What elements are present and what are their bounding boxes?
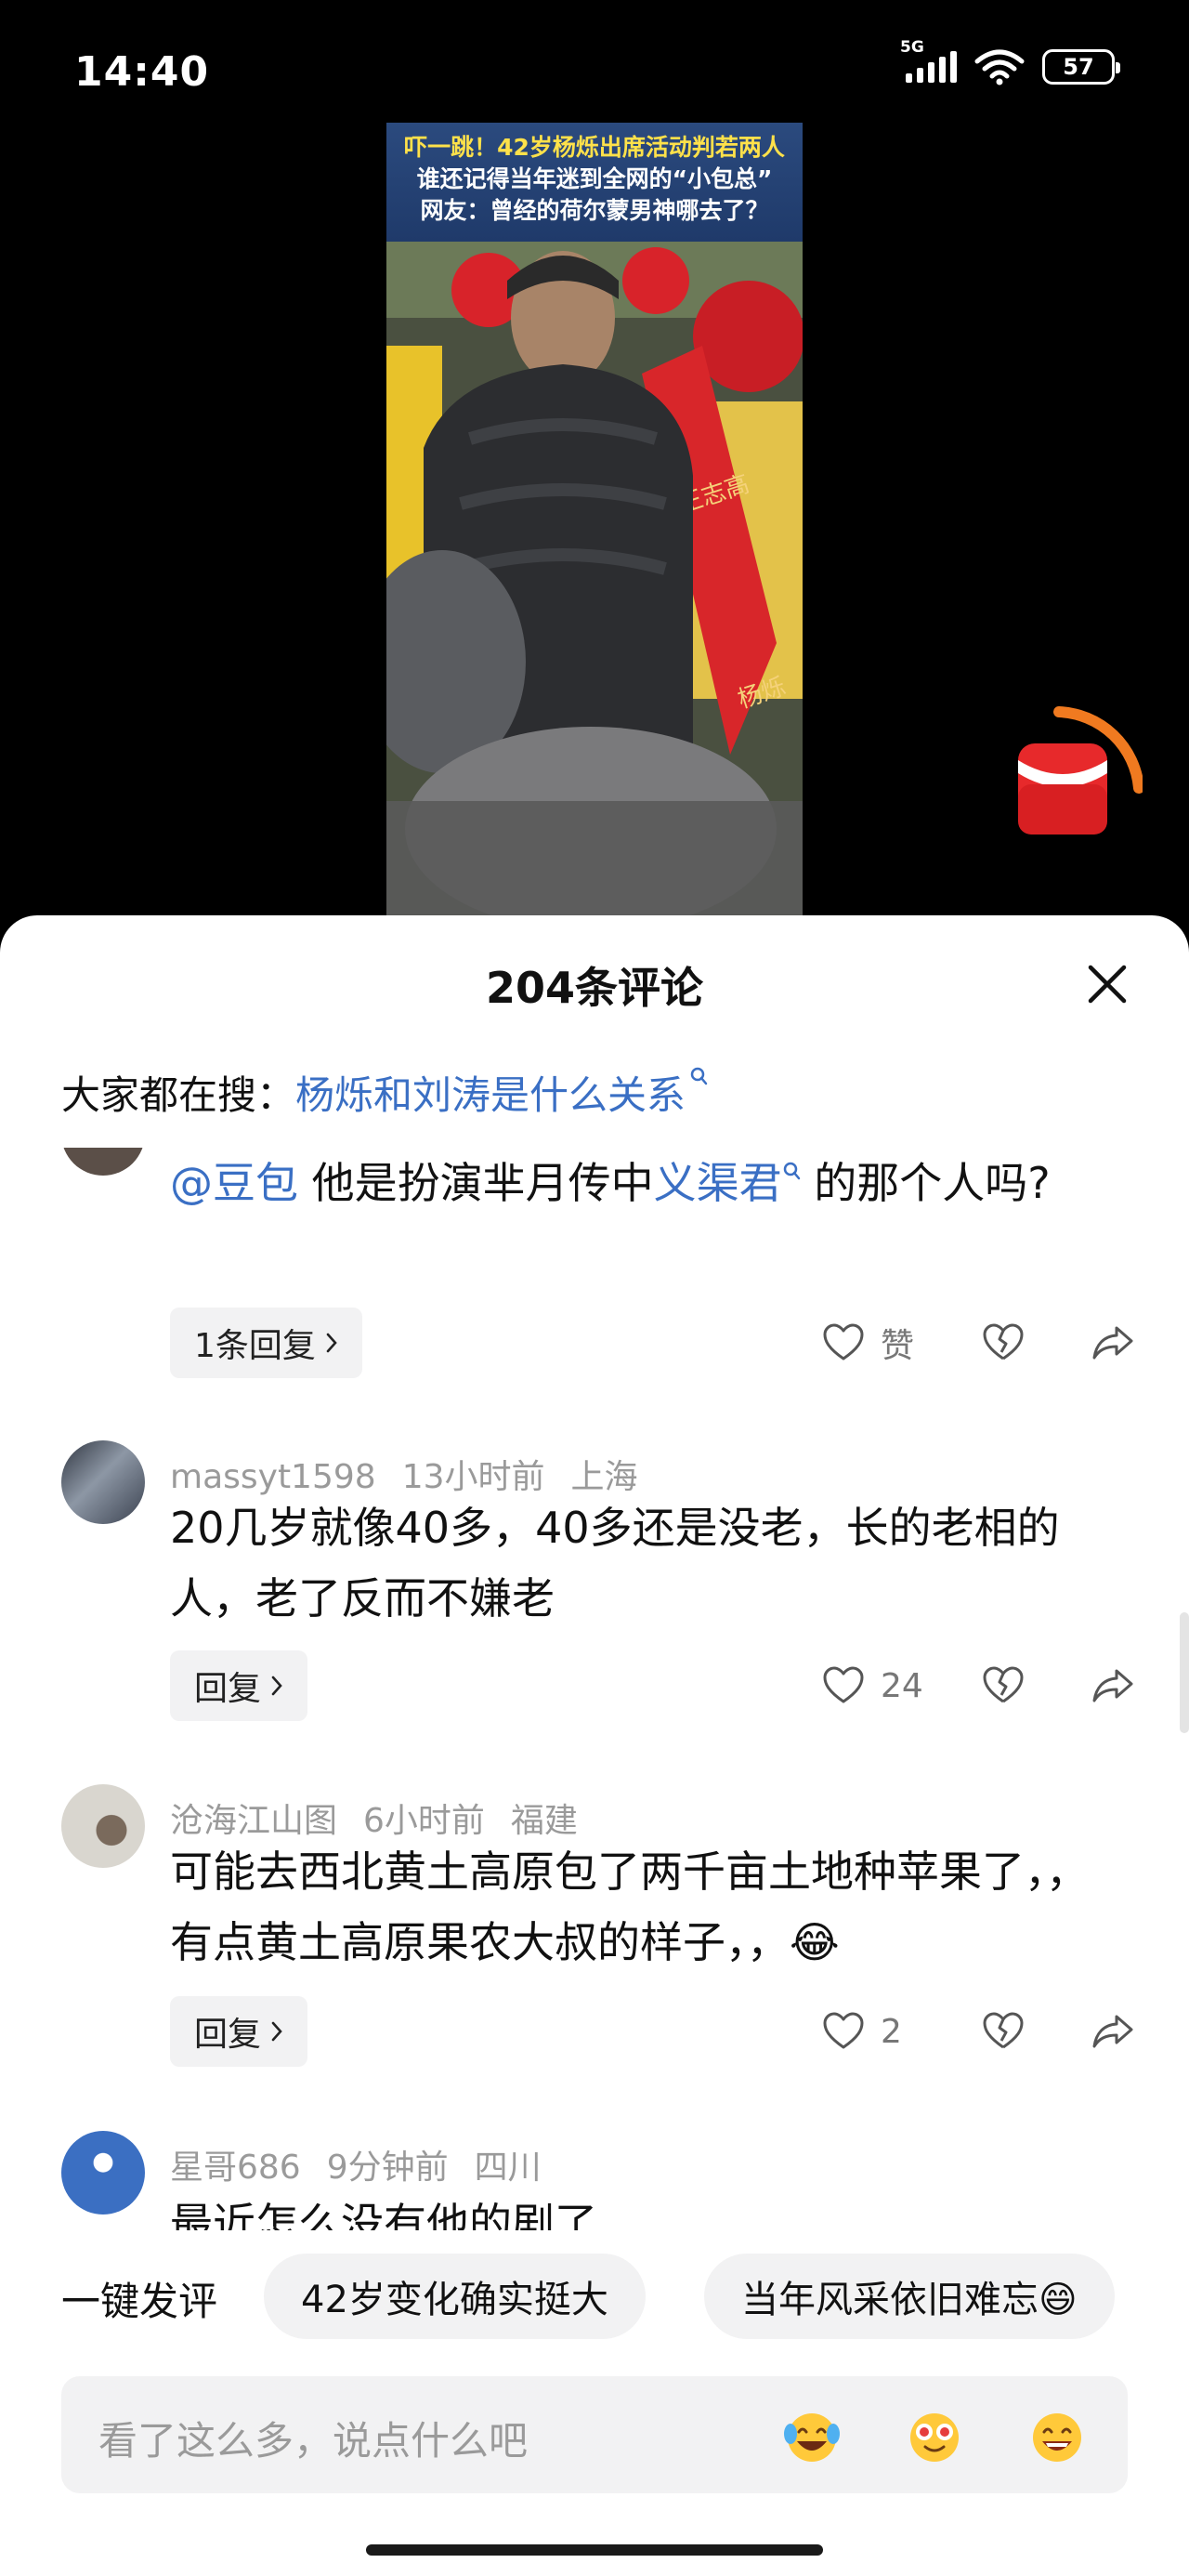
heart-icon (823, 2012, 864, 2049)
search-icon (783, 1162, 800, 1180)
reply-label: 回复 (194, 2016, 262, 2054)
comment-meta: massyt1598 13小时前 上海 (170, 1450, 664, 1498)
comment-username[interactable]: 星哥686 (170, 2149, 301, 2187)
comment-actions: 赞 (821, 1308, 1135, 1378)
comment-time: 13小时前 (401, 1458, 545, 1496)
status-icons: 5G 57 (900, 38, 1120, 85)
comment-meta: 星哥686 9分钟前 四川 (170, 2140, 568, 2188)
comment-location: 四川 (474, 2149, 542, 2187)
chevron-right-icon (326, 1333, 337, 1353)
quick-comment-row: 一键发评 42岁变化确实挺大 当年风采依旧难忘😄 (0, 2254, 1189, 2339)
caption-line-2: 谁还记得当年迷到全网的“小包总” (416, 165, 773, 192)
like-button[interactable]: 2 (821, 2009, 942, 2054)
quick-comment-chip[interactable]: 42岁变化确实挺大 (264, 2254, 646, 2339)
like-label: 赞 (881, 1327, 915, 1365)
comment-text: 最近怎么没有他的剧了 (170, 2199, 597, 2230)
wifi-icon (974, 49, 1025, 85)
comment-location: 福建 (510, 1802, 578, 1840)
comment-list[interactable]: @豆包 他是扮演芈月传中义渠君 的那个人吗? 1条回复 赞 massyt1598… (0, 1148, 1189, 2230)
comment-location: 上海 (570, 1458, 638, 1496)
comment-meta: 沧海江山图 6小时前 福建 (170, 1794, 604, 1842)
status-bar: 14:40 5G 57 (0, 0, 1189, 130)
search-icon (690, 1067, 708, 1085)
reply-button[interactable]: 回复 (170, 1650, 308, 1721)
comment-text-part: 的那个人吗? (800, 1158, 1051, 1208)
network-type: 5G (900, 38, 924, 57)
keyword-link[interactable]: 义渠君 (654, 1158, 782, 1208)
comment-item: 沧海江山图 6小时前 福建 可能去西北黄土高原包了两千亩土地种苹果了，， 有点黄土高… (0, 1784, 1189, 2128)
star-eyes-emoji-icon[interactable] (905, 2406, 964, 2465)
heart-icon (823, 1666, 864, 1703)
avatar[interactable] (61, 1440, 145, 1524)
comment-text: 20几岁就像40多，40多还是没老，长的老相的人，老了反而不嫌老 (170, 1503, 1060, 1623)
mention-link[interactable]: @豆包 (170, 1158, 298, 1208)
caption-line-1: 吓一跳！42岁杨烁出席活动判若两人 (404, 134, 785, 161)
grin-emoji-icon[interactable] (1027, 2406, 1087, 2465)
like-count: 2 (881, 2012, 902, 2051)
trending-search-link[interactable]: 杨烁和刘涛是什么关系 (295, 1064, 708, 1121)
chevron-right-icon (271, 2021, 282, 2042)
trending-search-prefix: 大家都在搜： (61, 1072, 296, 1118)
laugh-cry-emoji-icon[interactable] (782, 2406, 842, 2465)
avatar[interactable] (61, 2131, 145, 2215)
comment-actions: 24 (821, 1650, 1135, 1721)
comment-item: massyt1598 13小时前 上海 20几岁就像40多，40多还是没老，长的老相… (0, 1440, 1189, 1784)
comment-input[interactable]: 看了这么多，说点什么吧 (61, 2376, 1128, 2493)
comment-username[interactable]: massyt1598 (170, 1458, 376, 1496)
battery-level: 57 (1063, 54, 1094, 80)
heart-icon (823, 1323, 864, 1360)
comment-item: 星哥686 9分钟前 四川 最近怎么没有他的剧了 (0, 2131, 1189, 2230)
video-player[interactable]: 王志高 杨烁 吓一跳！42岁杨烁出席活动判若两人 谁还记得当年迷到全网的“小包总… (386, 123, 803, 922)
battery-icon: 57 (1042, 49, 1120, 85)
caption-line-3: 网友：曾经的荷尔蒙男神哪去了？ (420, 197, 769, 224)
comment-actions: 2 (821, 1996, 1135, 2067)
trending-search-text[interactable]: 杨烁和刘涛是什么关系 (295, 1064, 686, 1121)
share-icon[interactable] (1091, 2009, 1135, 2054)
avatar[interactable] (61, 1784, 145, 1868)
like-button[interactable]: 24 (821, 1663, 942, 1708)
reply-label: 回复 (194, 1670, 262, 1708)
comment-input-placeholder: 看了这么多，说点什么吧 (98, 2418, 529, 2464)
reply-label: 1条回复 (194, 1327, 316, 1365)
comment-text-part: 他是扮演芈月传中 (298, 1158, 654, 1208)
view-replies-button[interactable]: 1条回复 (170, 1308, 362, 1378)
broken-heart-icon[interactable] (981, 1663, 1026, 1708)
comment-time: 6小时前 (363, 1802, 485, 1840)
broken-heart-icon[interactable] (981, 2009, 1026, 2054)
status-time: 14:40 (74, 48, 210, 96)
like-button[interactable]: 赞 (821, 1319, 942, 1367)
comment-sheet: 204条评论 大家都在搜： 杨烁和刘涛是什么关系 @豆包 他是扮演芈月传中义渠君… (0, 915, 1189, 2576)
avatar[interactable] (61, 1148, 145, 1176)
comment-time: 9分钟前 (326, 2149, 449, 2187)
close-icon[interactable] (1083, 960, 1131, 1008)
comment-text: 可能去西北黄土高原包了两千亩土地种苹果了，， 有点黄土高原果农大叔的样子，，😂 (170, 1847, 1089, 1967)
trending-search-row: 大家都在搜： 杨烁和刘涛是什么关系 (61, 1064, 708, 1121)
share-icon[interactable] (1091, 1321, 1135, 1365)
share-icon[interactable] (1091, 1663, 1135, 1708)
broken-heart-icon[interactable] (981, 1321, 1026, 1365)
home-indicator[interactable] (366, 2544, 823, 2556)
scrollbar[interactable] (1180, 1612, 1189, 1733)
reply-button[interactable]: 回复 (170, 1996, 308, 2067)
quick-comment-label: 一键发评 (61, 2279, 218, 2324)
comment-username[interactable]: 沧海江山图 (170, 1802, 337, 1840)
like-count: 24 (881, 1666, 923, 1705)
chevron-right-icon (271, 1676, 282, 1696)
red-envelope-icon[interactable] (1013, 699, 1143, 838)
comment-item: @豆包 他是扮演芈月传中义渠君 的那个人吗? 1条回复 赞 (0, 1148, 1189, 1473)
quick-comment-chip[interactable]: 当年风采依旧难忘😄 (704, 2254, 1115, 2339)
cellular-signal-icon: 5G (900, 38, 957, 83)
comment-count-title: 204条评论 (485, 963, 704, 1013)
video-blur-area (386, 801, 803, 922)
video-caption: 吓一跳！42岁杨烁出席活动判若两人 谁还记得当年迷到全网的“小包总” 网友：曾经… (386, 123, 803, 242)
comment-text: @豆包 他是扮演芈月传中义渠君 的那个人吗? (170, 1148, 1136, 1218)
